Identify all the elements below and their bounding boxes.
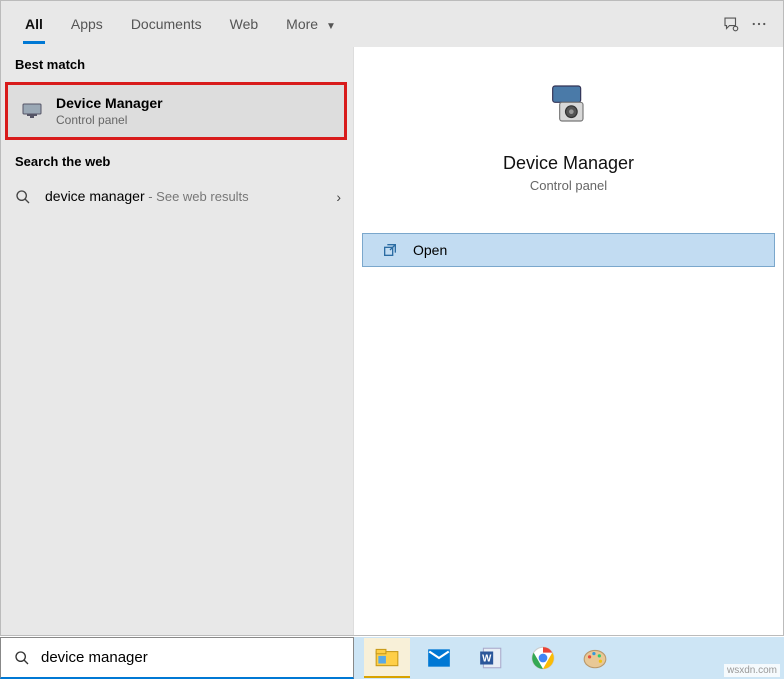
chevron-down-icon: ▼ [326, 21, 336, 32]
control-panel-icon [20, 99, 44, 123]
taskbar-app-word[interactable]: W [468, 638, 514, 678]
open-action[interactable]: Open [362, 233, 775, 267]
preview-header: Device Manager Control panel [354, 47, 783, 211]
taskbar-app-chrome[interactable] [520, 638, 566, 678]
web-search-result[interactable]: device manager - See web results › [1, 175, 353, 219]
ellipsis-icon[interactable] [745, 10, 773, 38]
web-suffix: - See web results [145, 189, 249, 204]
results-list: Best match Device Manager Control panel … [1, 47, 353, 635]
open-label: Open [413, 242, 447, 258]
search-icon [13, 649, 31, 667]
open-icon [381, 241, 399, 259]
svg-text:W: W [482, 653, 492, 664]
result-device-manager[interactable]: Device Manager Control panel [5, 82, 347, 140]
watermark: wsxdn.com [724, 664, 780, 677]
chevron-right-icon: › [336, 189, 341, 205]
tab-web[interactable]: Web [216, 4, 273, 44]
filter-tabs: All Apps Documents Web More ▼ [1, 1, 783, 47]
feedback-icon[interactable] [717, 10, 745, 38]
result-title: Device Manager [56, 95, 163, 111]
taskbar: W [354, 637, 784, 679]
section-search-web: Search the web [1, 144, 353, 175]
taskbar-app-mail[interactable] [416, 638, 462, 678]
section-best-match: Best match [1, 47, 353, 78]
web-query: device manager [45, 188, 145, 204]
preview-pane: Device Manager Control panel Open [353, 47, 783, 635]
device-manager-large-icon [537, 75, 601, 139]
taskbar-app-paint[interactable] [572, 638, 618, 678]
search-box[interactable] [0, 637, 354, 679]
tab-all[interactable]: All [11, 4, 57, 44]
taskbar-app-explorer[interactable] [364, 638, 410, 678]
search-icon [13, 187, 33, 207]
tab-documents[interactable]: Documents [117, 4, 216, 44]
tab-apps[interactable]: Apps [57, 4, 117, 44]
main-columns: Best match Device Manager Control panel … [1, 47, 783, 635]
preview-title: Device Manager [503, 153, 634, 174]
tab-more-label: More [286, 16, 318, 32]
tab-more[interactable]: More ▼ [272, 4, 350, 44]
search-input[interactable] [41, 649, 341, 666]
preview-subtitle: Control panel [530, 178, 607, 193]
search-results-panel: All Apps Documents Web More ▼ Best match… [0, 0, 784, 636]
result-subtitle: Control panel [56, 113, 163, 127]
